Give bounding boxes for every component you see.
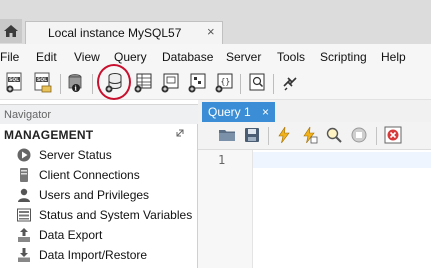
close-icon[interactable]: × (262, 105, 269, 119)
menu-bar: File Edit View Query Database Server Too… (0, 44, 431, 70)
close-icon[interactable]: × (207, 25, 215, 38)
explain-button[interactable] (325, 126, 343, 144)
nav-item-client-connections[interactable]: Client Connections (16, 166, 196, 184)
menu-tools[interactable]: Tools (277, 50, 305, 64)
search-table-data-icon (249, 73, 265, 91)
execute-current-button[interactable] (300, 126, 318, 144)
connection-tab[interactable]: Local instance MySQL57 × (25, 21, 223, 44)
navigator-header: Navigator (0, 104, 198, 124)
create-procedure-button[interactable] (187, 72, 207, 94)
nav-item-label: Client Connections (39, 168, 140, 182)
nav-item-data-export[interactable]: Data Export (16, 226, 196, 244)
expand-icon[interactable] (175, 128, 185, 138)
menu-server[interactable]: Server (226, 50, 261, 64)
query-tab-label: Query 1 (208, 105, 251, 119)
navigator-panel: MANAGEMENT Server Status Client Connecti… (0, 124, 198, 268)
inspector-icon: i (68, 74, 82, 93)
highlight-circle (97, 64, 131, 100)
toolbar-separator (376, 127, 377, 145)
nav-item-label: Users and Privileges (39, 188, 150, 202)
open-sql-script-icon: SQL (34, 72, 52, 93)
create-procedure-icon (188, 73, 206, 93)
create-function-icon: {} (215, 73, 233, 93)
save-icon (245, 128, 259, 142)
connection-tab-label: Local instance MySQL57 (48, 26, 182, 40)
execute-button[interactable] (275, 126, 293, 144)
create-function-button[interactable]: {} (214, 72, 234, 94)
open-sql-script-button[interactable]: SQL (33, 72, 53, 94)
save-button[interactable] (243, 126, 261, 144)
menu-database[interactable]: Database (162, 50, 213, 64)
home-button[interactable] (0, 19, 22, 43)
nav-item-status-and-system-variables[interactable]: Status and System Variables (16, 206, 196, 224)
create-view-button[interactable] (160, 72, 180, 94)
sql-editor[interactable] (252, 150, 431, 268)
nav-item-label: Data Import/Restore (39, 248, 148, 262)
create-view-icon (161, 73, 179, 93)
svg-text:SQL: SQL (9, 77, 19, 83)
main-toolbar: SQL SQL i {} (0, 70, 431, 100)
variables-icon (16, 207, 32, 223)
current-line-highlight (253, 152, 431, 168)
menu-edit[interactable]: Edit (36, 50, 57, 64)
menu-scripting[interactable]: Scripting (320, 50, 367, 64)
new-sql-tab-icon: SQL (6, 72, 22, 93)
menu-query[interactable]: Query (114, 50, 147, 64)
menu-view[interactable]: View (74, 50, 100, 64)
query-tab[interactable]: Query 1 × (202, 102, 275, 122)
management-section-title: MANAGEMENT (4, 128, 94, 142)
svg-text:SQL: SQL (37, 77, 47, 83)
line-number: 1 (218, 153, 226, 167)
search-table-data-button[interactable] (248, 72, 268, 94)
toolbar-separator (268, 127, 269, 145)
client-connections-icon (16, 167, 32, 183)
toolbar-separator (60, 74, 61, 94)
navigator-title: Navigator (4, 109, 52, 121)
data-import-icon (16, 247, 32, 263)
svg-text:{}: {} (221, 77, 231, 86)
stop-button[interactable] (350, 126, 368, 144)
new-sql-tab-button[interactable]: SQL (5, 72, 25, 94)
query-toolbar (198, 122, 431, 150)
explain-icon (326, 127, 342, 143)
line-number-gutter: 1 (198, 150, 252, 268)
reconnect-icon (283, 77, 297, 91)
query-tab-strip: Query 1 × (198, 100, 431, 122)
reconnect-button[interactable] (280, 72, 300, 94)
inspector-button[interactable]: i (66, 72, 86, 94)
open-file-button[interactable] (218, 126, 236, 144)
nav-item-data-import-restore[interactable]: Data Import/Restore (16, 246, 196, 264)
execute-current-icon (303, 126, 318, 144)
execute-icon (278, 126, 290, 144)
toggle-error-button[interactable] (384, 126, 402, 144)
create-table-button[interactable] (133, 72, 153, 94)
menu-file[interactable]: File (0, 50, 19, 64)
toolbar-separator (240, 74, 241, 94)
stop-icon (351, 127, 367, 143)
toolbar-separator (273, 74, 274, 94)
server-status-icon (16, 147, 32, 163)
connection-tab-strip: Local instance MySQL57 × (0, 0, 431, 44)
nav-item-server-status[interactable]: Server Status (16, 146, 196, 164)
nav-item-label: Data Export (39, 228, 103, 242)
menu-help[interactable]: Help (381, 50, 406, 64)
nav-item-label: Server Status (39, 148, 112, 162)
nav-item-users-and-privileges[interactable]: Users and Privileges (16, 186, 196, 204)
data-export-icon (16, 227, 32, 243)
toggle-error-icon (384, 126, 402, 144)
open-file-icon (219, 130, 235, 141)
create-table-icon (134, 73, 152, 93)
toolbar-separator (92, 74, 93, 94)
home-icon (4, 25, 18, 37)
nav-item-label: Status and System Variables (39, 208, 193, 222)
users-icon (16, 187, 32, 203)
